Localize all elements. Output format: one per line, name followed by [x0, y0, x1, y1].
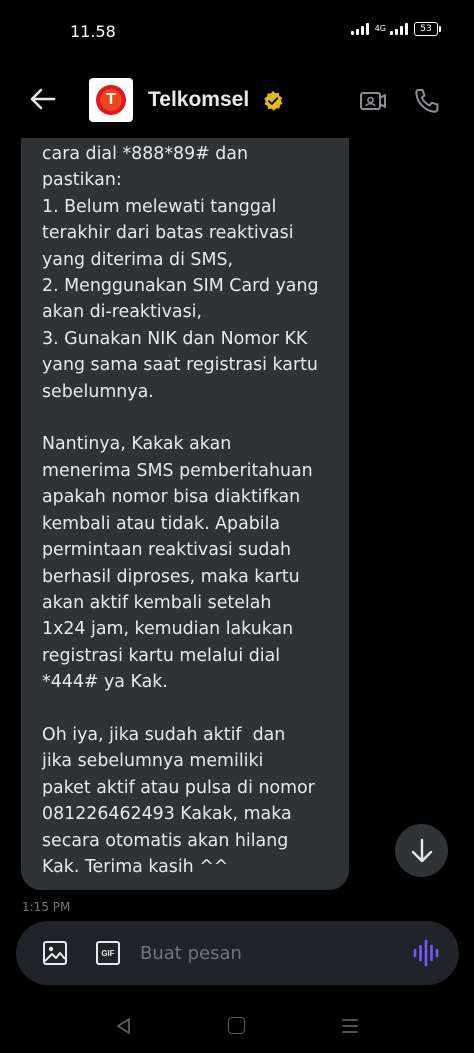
- telkomsel-logo: T: [96, 85, 126, 115]
- nav-back-icon[interactable]: [114, 1016, 134, 1036]
- nav-menu-icon[interactable]: [341, 1017, 359, 1035]
- battery-level: 53: [420, 24, 432, 34]
- back-arrow-icon[interactable]: [28, 84, 58, 114]
- message-timestamp: 1:15 PM: [22, 900, 71, 914]
- battery-icon: 53: [414, 22, 441, 36]
- message-input[interactable]: [140, 933, 390, 973]
- message-composer: GIF: [16, 921, 459, 985]
- message-text: cara dial *888*89# dan pastikan: 1. Belu…: [42, 144, 319, 877]
- system-nav-bar: [0, 1000, 474, 1053]
- status-icons: 4G 53: [350, 22, 441, 36]
- arrow-down-icon: [411, 838, 432, 862]
- avatar-letter: T: [106, 91, 116, 108]
- gif-icon[interactable]: GIF: [96, 941, 120, 965]
- phone-icon[interactable]: [412, 86, 442, 116]
- image-icon[interactable]: [42, 940, 68, 966]
- avatar[interactable]: T: [89, 78, 133, 122]
- verified-badge-icon: [264, 91, 283, 111]
- signal-icon-2: [390, 23, 408, 35]
- conversation-header: T Telkomsel: [0, 62, 474, 138]
- signal-icon: [350, 23, 369, 35]
- nav-home-icon[interactable]: [228, 1017, 245, 1034]
- voice-wave-icon[interactable]: [412, 939, 440, 967]
- gif-label: GIF: [101, 948, 115, 958]
- status-time: 11.58: [70, 22, 116, 41]
- video-call-icon[interactable]: [358, 86, 388, 116]
- scroll-to-bottom-button[interactable]: [395, 824, 448, 877]
- message-bubble[interactable]: cara dial *888*89# dan pastikan: 1. Belu…: [21, 138, 349, 890]
- status-bar: 11.58 4G 53: [0, 0, 474, 62]
- network-type: 4G: [374, 24, 386, 33]
- conversation-title[interactable]: Telkomsel: [148, 88, 249, 112]
